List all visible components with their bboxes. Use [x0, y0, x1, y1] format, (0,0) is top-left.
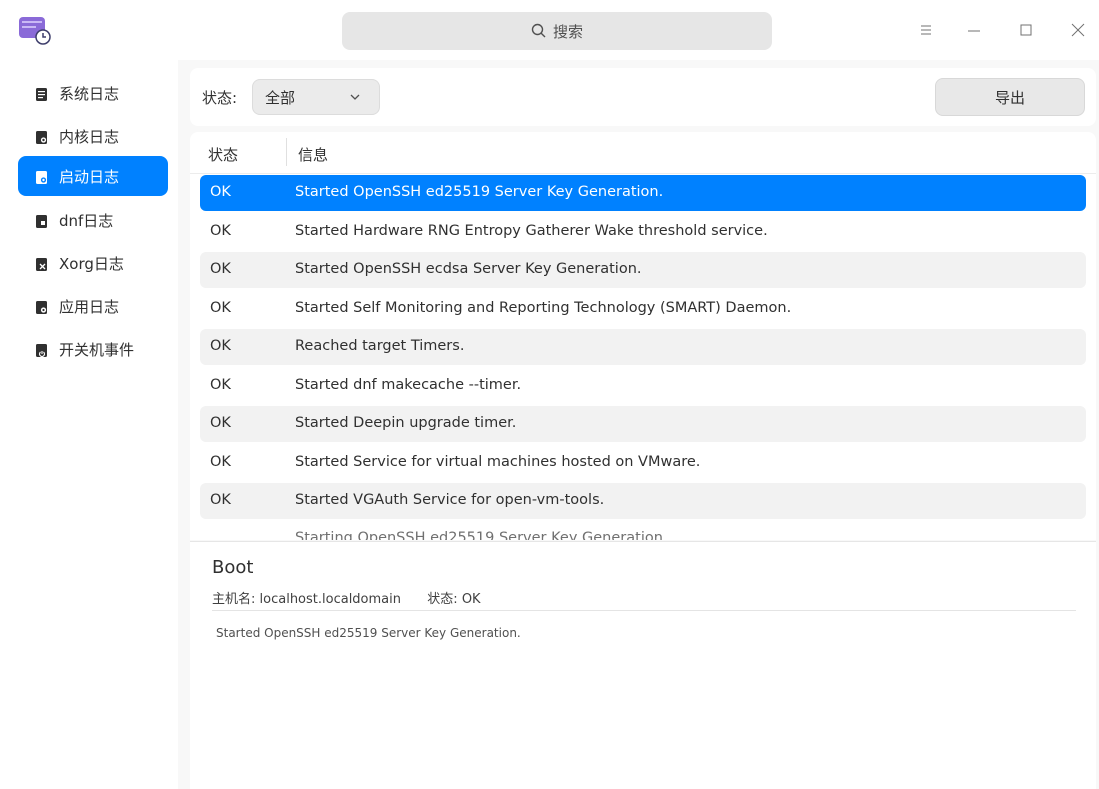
row-status: OK	[210, 261, 231, 277]
export-button-label: 导出	[994, 88, 1025, 107]
sidebar-item-label: 开关机事件	[59, 340, 135, 359]
maximize-button[interactable]	[1012, 16, 1040, 44]
host-label: 主机名:	[212, 592, 256, 607]
row-message: Reached target Timers.	[295, 338, 465, 354]
column-header-status[interactable]: 状态	[208, 144, 238, 165]
status-filter-label: 状态:	[202, 89, 238, 107]
kernel-log-icon	[36, 130, 47, 144]
column-divider[interactable]	[286, 138, 287, 166]
sidebar-item-boot-log[interactable]: 启动日志	[18, 156, 168, 196]
detail-status-value: OK	[461, 592, 481, 607]
row-message: Started OpenSSH ed25519 Server Key Gener…	[295, 184, 664, 200]
menu-button[interactable]	[912, 16, 940, 44]
sidebar-item-system-log[interactable]: 系统日志	[18, 73, 168, 113]
detail-meta: 主机名: localhost.localdomain 状态: OK	[212, 588, 481, 607]
row-message: Started OpenSSH ecdsa Server Key Generat…	[295, 261, 642, 277]
dnf-log-icon	[36, 214, 47, 228]
row-message: Started Service for virtual machines hos…	[295, 454, 701, 470]
table-row[interactable]: OK Started Hardware RNG Entropy Gatherer…	[200, 214, 1086, 250]
sidebar-item-label: dnf日志	[59, 211, 114, 230]
row-message: Started VGAuth Service for open-vm-tools…	[295, 492, 605, 508]
row-status: OK	[210, 454, 231, 470]
minimize-icon	[968, 30, 980, 32]
row-status: OK	[210, 492, 231, 508]
power-event-icon	[36, 343, 47, 357]
sidebar-item-kernel-log[interactable]: 内核日志	[18, 116, 168, 156]
row-status: OK	[210, 415, 231, 431]
row-message: Started Hardware RNG Entropy Gatherer Wa…	[295, 223, 768, 239]
detail-status-label: 状态:	[427, 592, 458, 607]
row-message: Started dnf makecache --timer.	[295, 377, 522, 393]
sidebar-item-label: 应用日志	[59, 297, 120, 316]
menu-icon	[921, 25, 931, 35]
chevron-down-icon	[350, 94, 360, 100]
table-header: 状态 信息	[190, 132, 1096, 174]
minimize-button[interactable]	[960, 16, 988, 44]
title-bar: 搜索	[0, 0, 1099, 60]
row-message: Started Deepin upgrade timer.	[295, 415, 517, 431]
maximize-icon	[1020, 24, 1032, 36]
detail-divider	[212, 610, 1076, 611]
sidebar-item-label: 启动日志	[59, 167, 120, 186]
table-row[interactable]: OK Started Service for virtual machines …	[200, 445, 1086, 481]
table-row[interactable]: OK Started Self Monitoring and Reporting…	[200, 291, 1086, 327]
table-row[interactable]: OK Started dnf makecache --timer.	[200, 368, 1086, 404]
boot-log-icon	[36, 170, 47, 184]
row-message: Starting OpenSSH ed25519 Server Key Gene…	[295, 530, 677, 540]
table-row[interactable]: OK Reached target Timers.	[200, 329, 1086, 365]
sidebar: 系统日志 内核日志 启动日志 dnf日志 Xorg日志 应用日志 开关机事件	[0, 60, 178, 789]
close-button[interactable]	[1064, 16, 1092, 44]
table-row[interactable]: OK Started OpenSSH ecdsa Server Key Gene…	[200, 252, 1086, 288]
status-filter-select[interactable]: 全部	[252, 79, 380, 115]
host-value: localhost.localdomain	[259, 592, 401, 607]
row-status: OK	[210, 338, 231, 354]
status-filter-value: 全部	[265, 88, 296, 107]
detail-message: Started OpenSSH ed25519 Server Key Gener…	[216, 626, 521, 640]
table-row[interactable]: OK Started OpenSSH ed25519 Server Key Ge…	[200, 175, 1086, 211]
sidebar-item-dnf-log[interactable]: dnf日志	[18, 200, 168, 240]
sidebar-item-label: 系统日志	[59, 84, 120, 103]
app-log-icon	[36, 300, 47, 314]
search-label: 搜索	[552, 22, 583, 41]
sidebar-item-app-log[interactable]: 应用日志	[18, 286, 168, 326]
sidebar-item-power-events[interactable]: 开关机事件	[18, 329, 168, 369]
sidebar-item-label: Xorg日志	[59, 254, 124, 273]
detail-title: Boot	[212, 557, 254, 578]
log-viewer-app-icon[interactable]	[18, 15, 52, 45]
row-status: OK	[210, 300, 231, 316]
column-header-message[interactable]: 信息	[298, 144, 328, 165]
export-button[interactable]: 导出	[935, 78, 1085, 116]
row-status: OK	[210, 184, 231, 200]
row-status: OK	[210, 223, 231, 239]
table-row[interactable]: OK Started VGAuth Service for open-vm-to…	[200, 483, 1086, 519]
sidebar-item-xorg-log[interactable]: Xorg日志	[18, 243, 168, 283]
table-row[interactable]: OK Started Deepin upgrade timer.	[200, 406, 1086, 442]
system-log-icon	[36, 87, 47, 101]
row-message: Started Self Monitoring and Reporting Te…	[295, 300, 792, 316]
table-row[interactable]: Starting OpenSSH ed25519 Server Key Gene…	[200, 530, 1086, 540]
sidebar-item-label: 内核日志	[59, 127, 120, 146]
xorg-log-icon	[36, 257, 47, 271]
log-table: 状态 信息 OK Started OpenSSH ed25519 Server …	[190, 132, 1096, 540]
filter-toolbar: 状态: 全部 导出	[190, 68, 1096, 126]
search-box[interactable]: 搜索	[342, 12, 772, 50]
search-icon	[531, 23, 546, 38]
row-status: OK	[210, 377, 231, 393]
close-icon	[1071, 23, 1085, 37]
detail-panel: Boot 主机名: localhost.localdomain 状态: OK S…	[190, 541, 1096, 789]
